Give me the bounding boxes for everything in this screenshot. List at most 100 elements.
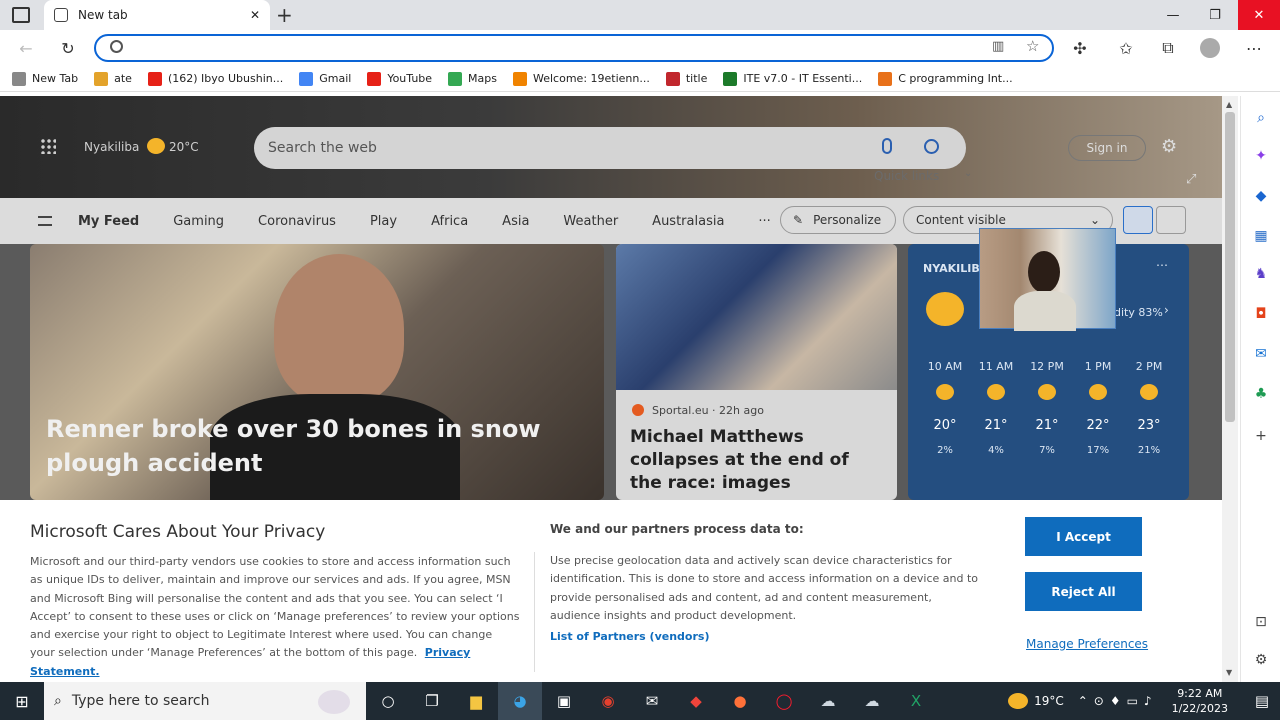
anydesk-icon[interactable]: ◆ (674, 682, 718, 720)
bookmark-item[interactable]: title (665, 71, 707, 86)
feed-tab[interactable]: My Feed (78, 214, 139, 229)
firefox-icon[interactable]: ● (718, 682, 762, 720)
mail-icon[interactable]: ✉ (630, 682, 674, 720)
bookmark-label: Maps (468, 72, 497, 85)
sidebar-tools-icon[interactable]: ▦ (1251, 226, 1271, 246)
story-news-card[interactable]: Sportal.eu · 22h ago Michael Matthews co… (616, 244, 897, 500)
back-icon[interactable]: ← (14, 36, 38, 60)
hero-headline[interactable]: Renner broke over 30 bones in snow ploug… (46, 412, 586, 480)
reject-all-button[interactable]: Reject All (1025, 572, 1142, 611)
tab-close-icon[interactable]: ✕ (250, 8, 260, 22)
start-windows-icon[interactable]: ⊞ (0, 682, 44, 720)
hour-sun-icon (1140, 384, 1158, 400)
feed-tab[interactable]: Africa (431, 214, 468, 229)
more-tabs-button[interactable]: ··· (758, 214, 770, 229)
scroll-thumb[interactable] (1225, 112, 1235, 422)
read-aloud-icon[interactable]: ▥ (992, 39, 1004, 54)
feed-tab[interactable]: Coronavirus (258, 214, 336, 229)
close-window-icon[interactable]: ✕ (1238, 0, 1280, 30)
feed-tab[interactable]: Gaming (173, 214, 224, 229)
bookmark-item[interactable]: YouTube (367, 71, 432, 86)
minimize-icon[interactable]: — (1152, 0, 1194, 30)
feed-tab[interactable]: Asia (502, 214, 529, 229)
extensions-icon[interactable]: ✣ (1068, 36, 1092, 60)
file-explorer-icon[interactable]: ▆ (454, 682, 498, 720)
bookmark-item[interactable]: (162) Ibyo Ubushin... (147, 71, 283, 86)
new-tab-button[interactable]: + (276, 3, 293, 27)
settings-gear-icon[interactable]: ⚙ (1161, 136, 1177, 157)
cortana-icon[interactable]: ○ (366, 682, 410, 720)
sidebar-shopping-icon[interactable]: ◆ (1251, 186, 1271, 206)
feed-tab[interactable]: Play (370, 214, 397, 229)
weather-more-icon[interactable]: ⋯ (1156, 258, 1168, 272)
hour-temp: 23° (1137, 418, 1161, 433)
app-icon-2[interactable]: ☁ (850, 682, 894, 720)
restore-icon[interactable]: ❐ (1194, 0, 1236, 30)
sidebar-panel-icon[interactable]: ⊡ (1251, 612, 1271, 632)
list-view-icon[interactable] (1156, 206, 1186, 234)
sidebar-add-icon[interactable]: + (1251, 426, 1271, 446)
scroll-up-icon[interactable]: ▲ (1226, 100, 1232, 109)
privacy-body: Microsoft and our third-party vendors us… (30, 553, 520, 681)
quick-links[interactable]: Quick links (874, 169, 939, 183)
refresh-icon[interactable]: ↻ (56, 36, 80, 60)
bookmark-item[interactable]: C programming Int... (878, 71, 1013, 86)
tray-icons[interactable]: ⌃⊙♦▭♪ (1078, 694, 1158, 708)
hero-news-card[interactable]: Renner broke over 30 bones in snow ploug… (30, 244, 604, 500)
sidebar-tree-icon[interactable]: ♣ (1251, 384, 1271, 404)
sidebar-search-icon[interactable]: ⌕ (1251, 108, 1271, 128)
store-icon[interactable]: ▣ (542, 682, 586, 720)
bookmark-item[interactable]: ate (94, 71, 132, 86)
scroll-down-icon[interactable]: ▼ (1226, 668, 1232, 677)
story-headline[interactable]: Michael Matthews collapses at the end of… (630, 426, 885, 495)
sidebar-settings-icon[interactable]: ⚙ (1251, 650, 1271, 670)
menu-icon[interactable]: ⋯ (1242, 36, 1266, 60)
taskbar-search-box[interactable]: ⌕ Type here to search (44, 682, 366, 720)
hamburger-icon[interactable] (38, 216, 52, 226)
address-input[interactable]: ▥ ☆ (94, 34, 1054, 62)
collections-icon[interactable]: ⧉ (1156, 36, 1180, 60)
excel-icon[interactable]: X (894, 682, 938, 720)
bookmark-item[interactable]: Maps (448, 71, 497, 86)
sidebar-sparkle-icon[interactable]: ✦ (1251, 146, 1271, 166)
app-icon-1[interactable]: ☁ (806, 682, 850, 720)
feed-tab[interactable]: Weather (563, 214, 618, 229)
sidebar-office-icon[interactable]: ◘ (1251, 304, 1271, 324)
bookmark-item[interactable]: ITE v7.0 - IT Essenti... (723, 71, 862, 86)
hour-sun-icon (936, 384, 954, 400)
search-submit-icon[interactable] (924, 139, 939, 154)
expand-icon[interactable]: ⤢ (1186, 172, 1196, 187)
opera-icon[interactable]: ◯ (762, 682, 806, 720)
tab-new-tab[interactable]: New tab ✕ (44, 0, 270, 30)
edge-icon[interactable]: ◕ (498, 682, 542, 720)
apps-grid-icon[interactable] (40, 138, 56, 154)
microphone-icon[interactable] (882, 138, 892, 154)
notifications-icon[interactable]: ▤ (1244, 682, 1280, 720)
page-scrollbar[interactable]: ▲ ▼ (1222, 96, 1238, 682)
chevron-down-icon[interactable]: ⌄ (964, 168, 972, 179)
feed-tab[interactable]: Australasia (652, 214, 724, 229)
task-view-icon[interactable]: ❐ (410, 682, 454, 720)
tab-actions-icon[interactable] (12, 7, 30, 23)
sidebar-games-icon[interactable]: ♞ (1251, 264, 1271, 284)
chevron-right-icon[interactable]: › (1164, 303, 1169, 317)
personalize-button[interactable]: ✎ Personalize (780, 206, 896, 234)
web-search-input[interactable]: Search the web (254, 127, 966, 169)
tray-weather-temp[interactable]: 19°C (1034, 694, 1064, 708)
chrome-icon[interactable]: ◉ (586, 682, 630, 720)
profile-avatar[interactable] (1200, 38, 1220, 58)
partners-link[interactable]: List of Partners (vendors) (550, 630, 709, 643)
tray-weather-icon[interactable] (1008, 693, 1029, 709)
sign-in-button[interactable]: Sign in (1068, 135, 1146, 161)
clock[interactable]: 9:22 AM 1/22/2023 (1172, 686, 1228, 716)
bookmark-item[interactable]: Gmail (299, 71, 351, 86)
weather-location[interactable]: Nyakiliba (84, 140, 139, 154)
grid-view-icon[interactable] (1123, 206, 1153, 234)
bookmark-item[interactable]: New Tab (12, 71, 78, 86)
accept-button[interactable]: I Accept (1025, 517, 1142, 556)
favorites-icon[interactable]: ✩ (1114, 36, 1138, 60)
favorite-add-icon[interactable]: ☆ (1026, 37, 1039, 55)
sidebar-outlook-icon[interactable]: ✉ (1251, 344, 1271, 364)
manage-preferences-link[interactable]: Manage Preferences (1026, 637, 1148, 651)
bookmark-item[interactable]: Welcome: 19etienn... (513, 71, 650, 86)
